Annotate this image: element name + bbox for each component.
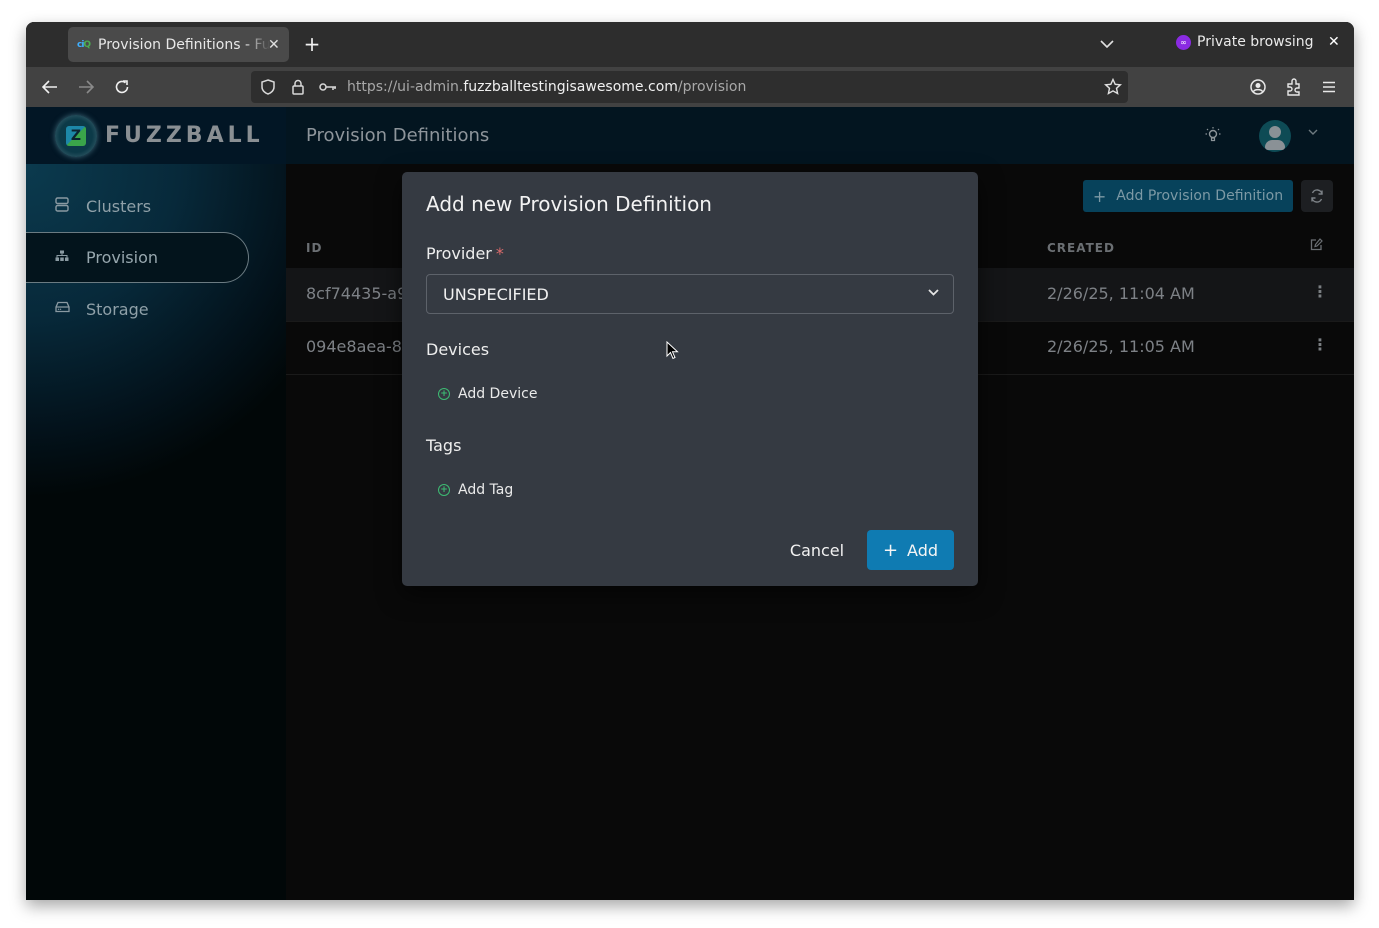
extensions-button[interactable] [1282,75,1306,99]
hard-drive-icon [54,301,70,317]
arrow-left-icon [42,80,57,94]
column-header-created[interactable]: CREATED [1047,241,1115,255]
server-icon [54,196,70,216]
plus-circle-icon: + [438,484,450,496]
theme-toggle-button[interactable] [1204,126,1222,148]
add-button-label: Add [907,540,939,560]
sidebar: Z FUZZBALL Clusters Provision Storage [26,107,286,900]
top-bar: Provision Definitions [286,107,1354,164]
chevron-down-icon [1100,40,1114,49]
sidebar-item-label: Clusters [86,196,152,216]
tab-strip: ciQ Provision Definitions - Fuzzball ✕ +… [26,22,1354,67]
cancel-button[interactable]: Cancel [780,536,854,564]
url-text[interactable]: https://ui-admin.fuzzballtestingisawesom… [347,79,746,95]
reload-button[interactable] [110,75,134,99]
edit-columns-button[interactable] [1310,238,1323,255]
url-host: fuzzballtestingisawesome.com [463,79,678,95]
required-marker: * [495,244,504,263]
row-created: 2/26/25, 11:04 AM [1047,284,1195,303]
modal-title: Add new Provision Definition [426,192,712,216]
forward-button[interactable] [74,75,98,99]
brand-name: FUZZBALL [105,123,264,148]
puzzle-icon [1287,78,1300,96]
row-actions-kebab-icon[interactable]: ⋮ [1312,282,1328,301]
url-scheme: https://ui-admin. [347,79,464,95]
plus-icon: + [1092,186,1107,206]
list-all-tabs-button[interactable] [1100,34,1114,53]
menu-button[interactable] [1317,75,1341,99]
private-browsing-indicator: ∞ Private browsing [1176,34,1314,50]
account-button[interactable] [1246,75,1270,99]
plus-circle-icon: + [438,388,450,400]
refresh-icon [1311,189,1323,203]
row-actions-kebab-icon[interactable]: ⋮ [1312,335,1328,354]
hamburger-menu-icon [1323,81,1335,93]
add-provision-definition-modal: Add new Provision Definition Provider * U… [402,172,978,586]
private-mask-icon: ∞ [1176,34,1191,50]
tab-title: Provision Definitions - Fuzzball [98,36,270,53]
tags-label: Tags [426,436,462,455]
sidebar-item-clusters[interactable]: Clusters [26,182,248,230]
refresh-button[interactable] [1301,180,1333,212]
window-close-button[interactable]: ✕ [1328,34,1340,50]
add-provision-definition-label: Add Provision Definition [1116,188,1284,204]
sitemap-icon [54,250,70,266]
reload-icon [115,80,129,94]
provider-label: Provider * [426,244,504,263]
column-header-id[interactable]: ID [306,241,322,255]
edit-icon [1310,238,1323,251]
user-menu-chevron-icon[interactable] [1308,125,1318,138]
account-circle-icon [1250,79,1266,95]
url-path: /provision [677,79,747,95]
row-id: 8cf74435-a91 [306,284,418,303]
add-device-label: Add Device [458,386,538,402]
add-tag-button[interactable]: + Add Tag [438,482,513,498]
bookmark-star-icon[interactable] [1103,77,1123,100]
browser-tab[interactable]: ciQ Provision Definitions - Fuzzball ✕ [68,27,289,62]
sidebar-item-label: Provision [86,248,159,267]
url-bar[interactable]: https://ui-admin.fuzzballtestingisawesom… [251,71,1128,103]
arrow-right-icon [79,80,94,94]
provider-select[interactable]: UNSPECIFIED [426,274,954,314]
plus-icon: + [882,539,899,561]
row-id: 094e8aea-8f2 [306,337,418,356]
add-tag-label: Add Tag [458,482,514,498]
lock-icon[interactable] [285,79,311,95]
avatar-head [1269,126,1281,138]
lightbulb-icon [1205,127,1221,142]
row-created: 2/26/25, 11:05 AM [1047,337,1195,356]
new-tab-button[interactable]: + [302,32,322,56]
brand-header: Z FUZZBALL [26,107,286,164]
user-avatar[interactable] [1259,120,1291,152]
provider-label-text: Provider [426,244,492,263]
fuzzball-logo-icon: Z [55,114,97,157]
navigation-bar: https://ui-admin.fuzzballtestingisawesom… [26,67,1354,107]
page-title: Provision Definitions [306,125,490,146]
devices-label: Devices [426,340,490,359]
provider-select-value: UNSPECIFIED [443,284,549,304]
shield-icon[interactable] [255,79,281,95]
browser-window: ciQ Provision Definitions - Fuzzball ✕ +… [26,22,1354,900]
add-button[interactable]: + Add [867,530,954,570]
back-button[interactable] [38,75,62,99]
add-device-button[interactable]: + Add Device [438,386,537,402]
key-icon[interactable] [315,82,341,92]
avatar-body [1265,140,1285,150]
sidebar-item-provision[interactable]: Provision [26,232,249,283]
private-browsing-label: Private browsing [1197,34,1314,50]
ciq-favicon-icon: ciQ [77,39,91,50]
sidebar-item-label: Storage [86,299,149,319]
chevron-down-icon [928,285,939,299]
sidebar-item-storage[interactable]: Storage [26,285,248,333]
add-provision-definition-button[interactable]: + Add Provision Definition [1083,180,1293,212]
